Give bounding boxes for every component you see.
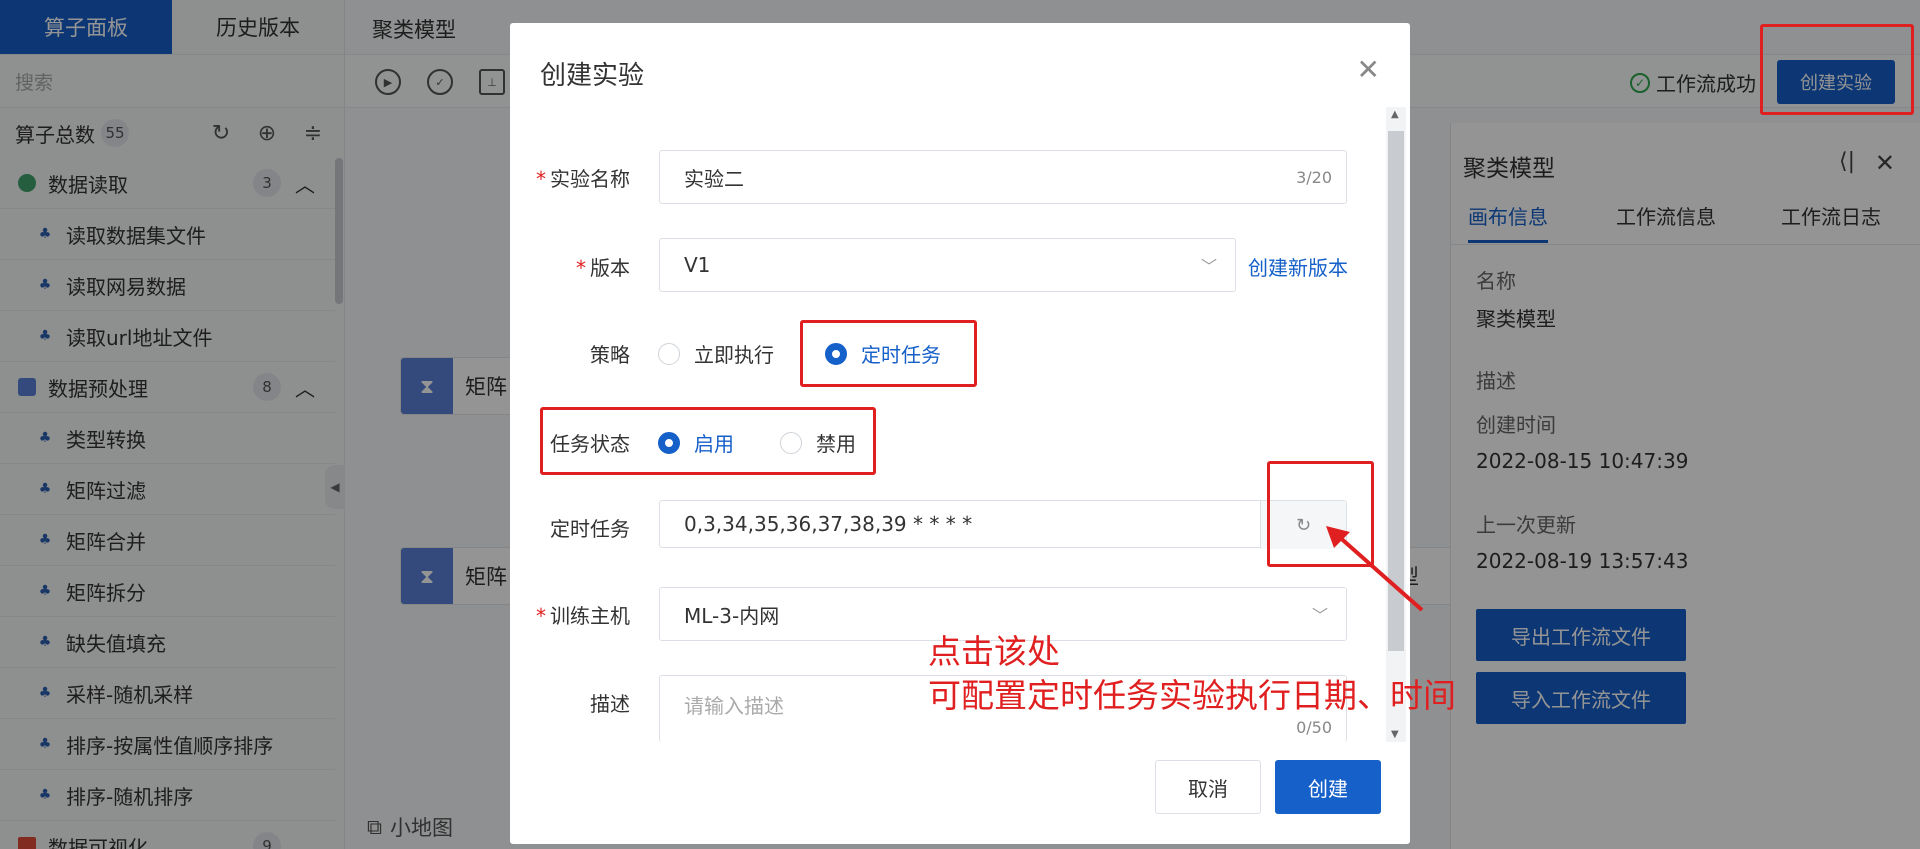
radio-immediate[interactable]: 立即执行 bbox=[658, 339, 774, 368]
annotation-line-2: 可配置定时任务实验执行日期、时间 bbox=[928, 676, 1456, 715]
create-experiment-dialog: 创建实验 ✕ * 实验名称 实验二 3/20 * 版本 V1 ﹀ 创建新版本 策略 … bbox=[510, 23, 1410, 844]
create-button[interactable]: 创建 bbox=[1275, 760, 1381, 814]
version-value: V1 bbox=[684, 253, 711, 277]
description-placeholder: 请输入描述 bbox=[684, 694, 784, 718]
schedule-label: 定时任务 bbox=[550, 517, 630, 541]
chevron-down-icon: ﹀ bbox=[1200, 257, 1217, 276]
cron-expression-value: 0,3,34,35,36,37,38,39 * * * * bbox=[684, 512, 973, 536]
cancel-button[interactable]: 取消 bbox=[1155, 760, 1261, 814]
radio-dot bbox=[658, 342, 680, 365]
version-select[interactable]: V1 ﹀ bbox=[659, 238, 1236, 292]
version-label: * 版本 bbox=[576, 256, 630, 280]
close-icon[interactable]: ✕ bbox=[1357, 53, 1380, 86]
annotation-text: 点击该处 可配置定时任务实验执行日期、时间 bbox=[928, 630, 1468, 718]
description-label: 描述 bbox=[590, 692, 630, 716]
radio-label: 立即执行 bbox=[694, 343, 774, 367]
host-value: ML-3-内网 bbox=[684, 603, 780, 628]
char-counter: 0/50 bbox=[1296, 718, 1332, 737]
highlight-box bbox=[1760, 24, 1914, 115]
scroll-up-icon[interactable]: ▲ bbox=[1391, 109, 1399, 120]
cron-expression-input[interactable]: 0,3,34,35,36,37,38,39 * * * * ↻ bbox=[659, 500, 1347, 549]
experiment-name-value: 实验二 bbox=[684, 166, 744, 191]
scroll-down-icon[interactable]: ▼ bbox=[1391, 729, 1399, 740]
create-new-version-link[interactable]: 创建新版本 bbox=[1248, 252, 1348, 281]
experiment-name-input[interactable]: 实验二 3/20 bbox=[659, 150, 1347, 204]
experiment-name-label: * 实验名称 bbox=[536, 167, 630, 191]
host-label: * 训练主机 bbox=[536, 604, 630, 628]
highlight-box bbox=[540, 407, 876, 475]
highlight-box bbox=[800, 320, 977, 387]
strategy-label: 策略 bbox=[590, 343, 630, 367]
annotation-line-1: 点击该处 bbox=[928, 632, 1060, 671]
annotation-arrow bbox=[1326, 526, 1424, 612]
dialog-title: 创建实验 bbox=[540, 61, 645, 91]
char-counter: 3/20 bbox=[1296, 167, 1332, 187]
